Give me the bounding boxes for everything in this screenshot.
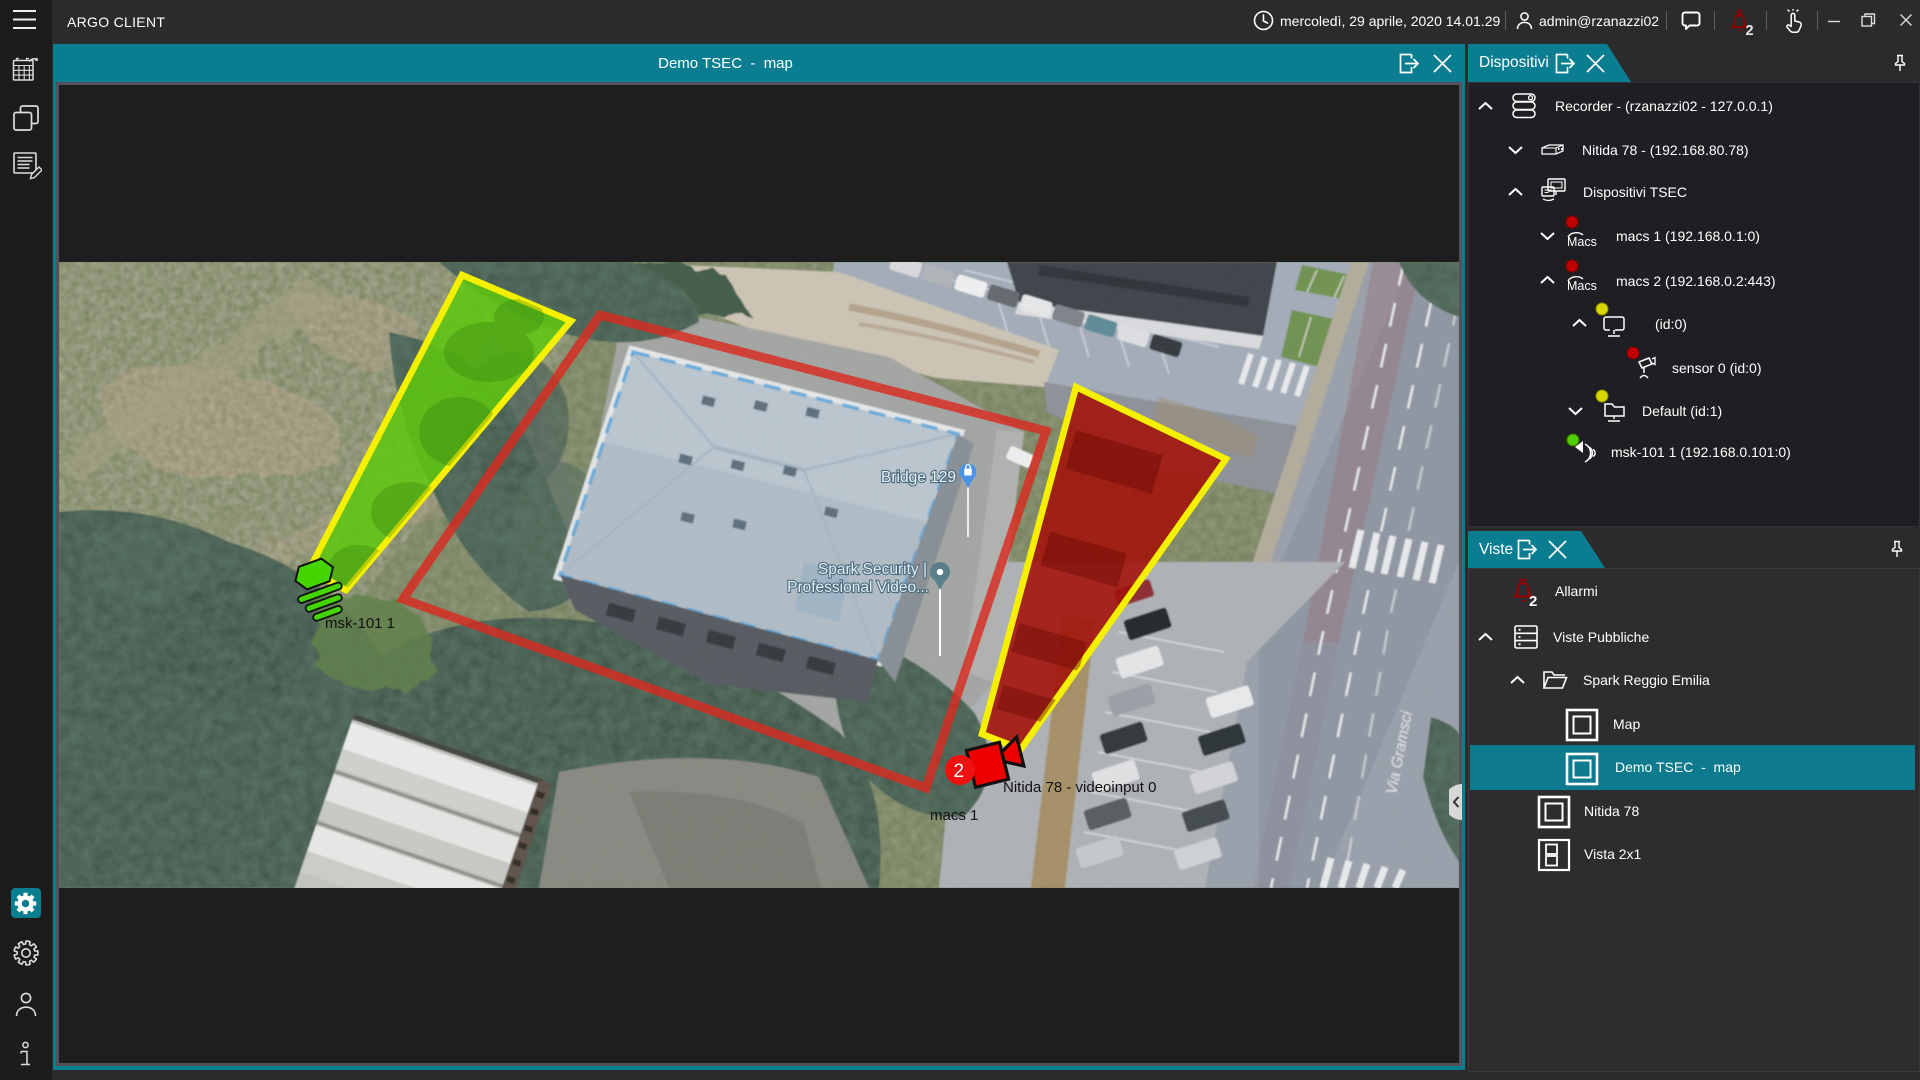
svg-text:Macs: Macs [1567,279,1597,293]
svg-text:2: 2 [954,761,965,782]
svg-text:Bridge 129: Bridge 129 [881,469,956,486]
svg-text:macs 1: macs 1 [930,807,978,824]
svg-text:2: 2 [1746,23,1754,36]
svg-text:Spark Security |: Spark Security | [818,561,927,578]
svg-text:Macs: Macs [1567,235,1597,249]
svg-text:2: 2 [1529,593,1537,607]
svg-text:msk-101 1: msk-101 1 [325,615,395,632]
svg-text:Nitida 78 - videoinput 0: Nitida 78 - videoinput 0 [1003,779,1156,796]
svg-text:Professional Video...: Professional Video... [787,579,929,596]
